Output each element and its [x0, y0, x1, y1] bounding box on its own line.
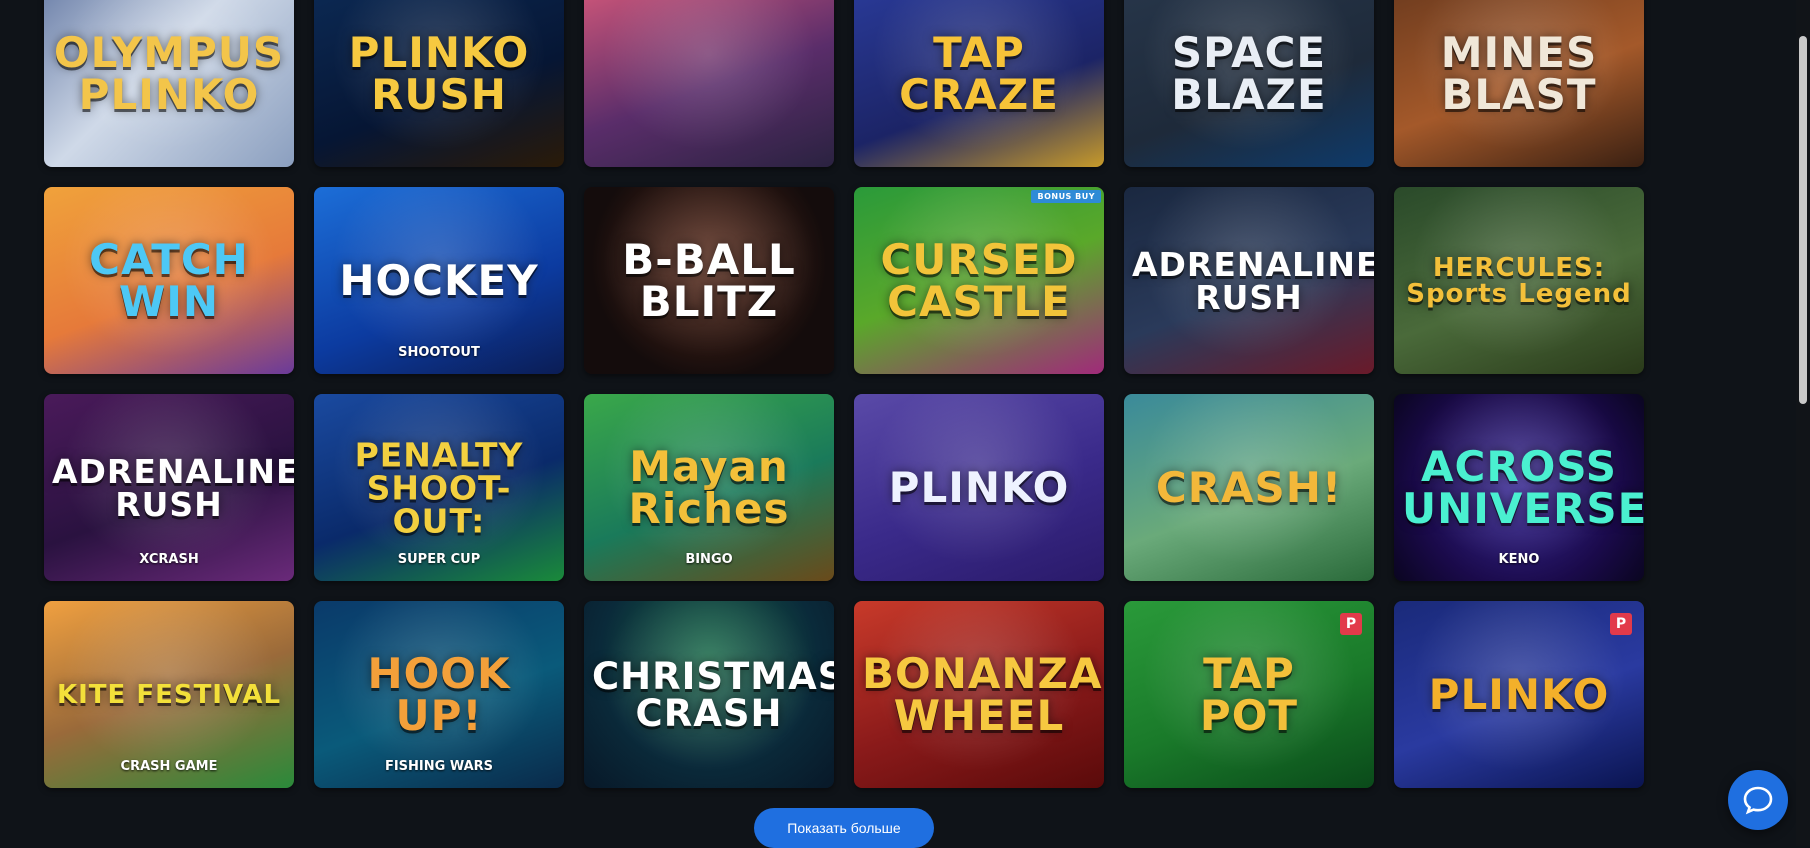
game-title: KITE FESTIVAL	[56, 679, 282, 710]
scrollbar-thumb[interactable]	[1799, 36, 1807, 404]
game-card[interactable]: OLYMPUS PLINKO	[44, 0, 294, 167]
game-card[interactable]: HOCKEY SHOOTOUT	[314, 187, 564, 374]
game-card[interactable]: HERCULES: Sports Legend	[1394, 187, 1644, 374]
chat-button[interactable]	[1728, 770, 1788, 830]
game-title: CATCH WIN	[89, 234, 249, 326]
game-card[interactable]: CRASH!	[1124, 394, 1374, 581]
game-card[interactable]: HOOK UP! FISHING WARS	[314, 601, 564, 788]
game-subtitle: XCRASH	[139, 552, 199, 567]
game-title: PENALTY SHOOT-OUT:	[354, 435, 524, 540]
game-card[interactable]: PLINKO RUSH	[314, 0, 564, 167]
game-subtitle: BINGO	[685, 552, 733, 567]
game-card[interactable]	[584, 0, 834, 167]
game-card[interactable]: CATCH WIN	[44, 187, 294, 374]
game-title: HOCKEY	[339, 255, 539, 305]
game-subtitle: CRASH GAME	[120, 759, 218, 774]
game-card[interactable]: ADRENALINE RUSH	[1124, 187, 1374, 374]
game-title: SPACE BLAZE	[1171, 27, 1327, 119]
game-card[interactable]: CHRISTMAS CRASH	[584, 601, 834, 788]
game-card[interactable]: PLINKO P	[1394, 601, 1644, 788]
game-title: B-BALL BLITZ	[622, 234, 796, 326]
game-card[interactable]: PENALTY SHOOT-OUT: SUPER CUP	[314, 394, 564, 581]
game-subtitle: SUPER CUP	[397, 552, 481, 567]
game-title: PLINKO	[1428, 669, 1610, 719]
game-title: TAP CRAZE	[899, 27, 1059, 119]
game-card[interactable]: KITE FESTIVAL CRASH GAME	[44, 601, 294, 788]
game-card[interactable]: Mayan Riches BINGO	[584, 394, 834, 581]
provider-badge: P	[1610, 613, 1632, 635]
game-subtitle: FISHING WARS	[384, 759, 494, 774]
game-artwork	[584, 0, 834, 167]
game-card[interactable]: ACROSS UNIVERSE KENO	[1394, 394, 1644, 581]
game-title: PLINKO	[888, 462, 1070, 512]
game-title: HERCULES: Sports Legend	[1406, 252, 1632, 309]
game-card[interactable]: BONANZA WHEEL	[854, 601, 1104, 788]
game-title: ACROSS UNIVERSE	[1402, 441, 1644, 533]
game-title: TAP POT	[1199, 648, 1299, 740]
game-title: PLINKO RUSH	[348, 27, 530, 119]
game-card[interactable]: PLINKO	[854, 394, 1104, 581]
game-title: BONANZA WHEEL	[862, 648, 1103, 740]
game-title: CURSED CASTLE	[880, 234, 1078, 326]
game-subtitle: SHOOTOUT	[398, 345, 480, 360]
game-card[interactable]: B-BALL BLITZ	[584, 187, 834, 374]
game-title: ADRENALINE RUSH	[1132, 244, 1374, 317]
game-title: CRASH!	[1155, 462, 1343, 512]
game-title: OLYMPUS PLINKO	[53, 27, 285, 119]
game-card[interactable]: TAP POT P	[1124, 601, 1374, 788]
scrollbar-track[interactable]	[1796, 0, 1810, 846]
game-card[interactable]: ADRENALINE RUSH XCRASH	[44, 394, 294, 581]
game-card[interactable]: MINES BLAST	[1394, 0, 1644, 167]
game-title: ADRENALINE RUSH	[52, 451, 294, 524]
game-card[interactable]: SPACE BLAZE	[1124, 0, 1374, 167]
game-title: MINES BLAST	[1440, 27, 1598, 119]
game-card[interactable]: CURSED CASTLE BONUS BUY	[854, 187, 1104, 374]
chat-bubble-icon	[1743, 786, 1773, 815]
game-subtitle: KENO	[1498, 552, 1540, 567]
provider-badge: P	[1340, 613, 1362, 635]
show-more-button[interactable]: Показать больше	[754, 808, 934, 848]
game-title: HOOK UP!	[367, 648, 511, 740]
game-card[interactable]: TAP CRAZE	[854, 0, 1104, 167]
bonus-buy-badge: BONUS BUY	[1031, 190, 1101, 203]
game-title: CHRISTMAS CRASH	[592, 654, 834, 735]
game-title: Mayan Riches	[628, 441, 790, 533]
